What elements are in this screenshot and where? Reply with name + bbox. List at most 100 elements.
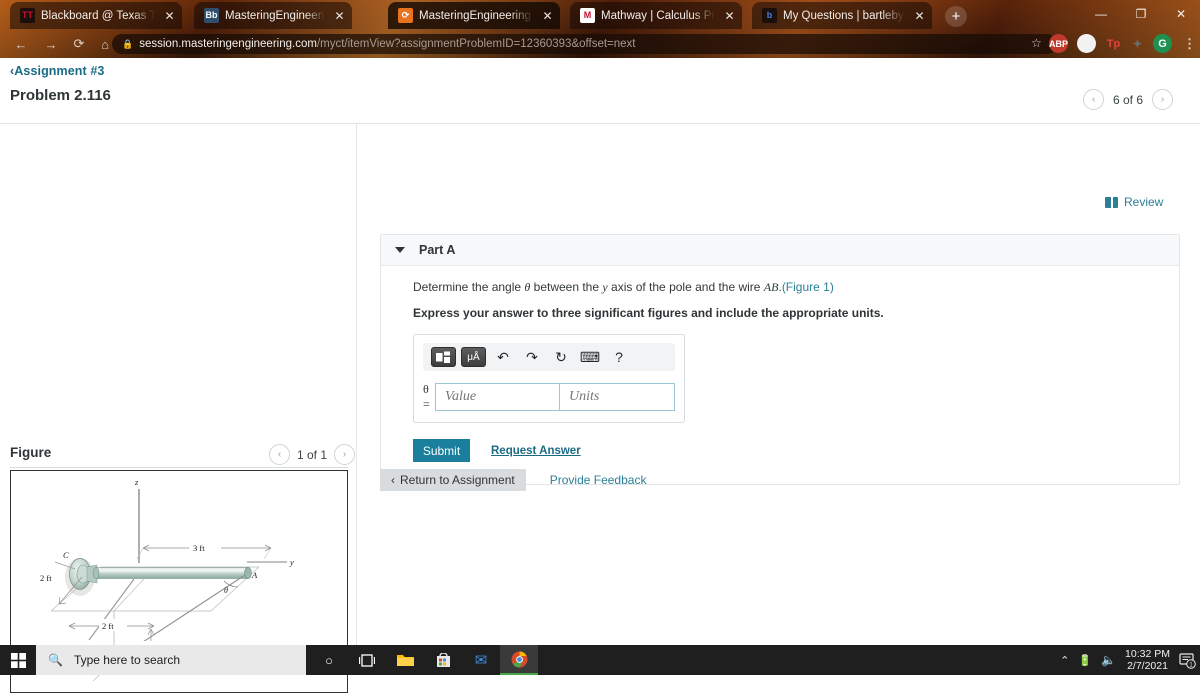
windows-start-icon[interactable] xyxy=(0,645,36,675)
figure-label-z: z xyxy=(134,477,139,487)
battery-icon[interactable]: 🔋 xyxy=(1078,654,1092,667)
address-bar[interactable]: 🔒 session.masteringengineering.com/myct/… xyxy=(112,34,1057,54)
tp-extension-icon[interactable]: Tp xyxy=(1104,34,1123,53)
template-palette-button[interactable] xyxy=(431,347,456,367)
puzzle-extensions-icon[interactable]: ✦ xyxy=(1128,34,1147,53)
browser-tab-title: MasteringEngineering Mastering xyxy=(419,9,533,22)
browser-tab-3[interactable]: M Mathway | Calculus Problem Solv ✕ xyxy=(570,2,742,29)
problem-prev-button[interactable]: ‹ xyxy=(1083,89,1104,110)
figure-label-y: y xyxy=(289,557,294,567)
file-explorer-icon[interactable] xyxy=(386,645,424,675)
math-toolbar: μÅ ↶ ↷ ↻ ⌨? xyxy=(423,343,675,371)
system-tray: ⌃ 🔋 🔈 10:32 PM 2/7/2021 1 xyxy=(1060,645,1196,675)
chrome-icon[interactable] xyxy=(500,645,538,675)
problem-pager-label: 6 of 6 xyxy=(1113,92,1144,107)
figure-pager-label: 1 of 1 xyxy=(297,447,328,462)
search-placeholder: Type here to search xyxy=(73,653,181,667)
tab-close-icon[interactable]: ✕ xyxy=(911,7,928,24)
problem-pager: ‹ 6 of 6 › xyxy=(1083,89,1174,110)
request-answer-link[interactable]: Request Answer xyxy=(491,445,581,457)
task-view-icon[interactable] xyxy=(348,645,386,675)
figure-label-theta: θ xyxy=(224,586,228,595)
answer-entry-box: μÅ ↶ ↷ ↻ ⌨? θ = xyxy=(413,334,685,423)
question-mid2: axis of the pole and the wire xyxy=(607,280,764,294)
units-input[interactable] xyxy=(559,383,675,411)
question-prefix: Determine the angle xyxy=(413,280,525,294)
clock-date: 2/7/2021 xyxy=(1127,660,1168,672)
part-a-header[interactable]: Part A xyxy=(381,235,1179,266)
tab-close-icon[interactable]: ✕ xyxy=(721,7,738,24)
redo-button[interactable]: ↷ xyxy=(520,346,544,368)
keyboard-button[interactable]: ⌨ xyxy=(578,346,602,368)
clock-time: 10:32 PM xyxy=(1125,648,1170,660)
mail-icon[interactable]: ✉ xyxy=(462,645,500,675)
clock[interactable]: 10:32 PM 2/7/2021 xyxy=(1125,648,1170,672)
question-mid: between the xyxy=(530,280,603,294)
bookmark-star-icon[interactable]: ☆ xyxy=(1031,36,1042,50)
figure-label-a: A xyxy=(251,570,258,580)
url-path: /myct/itemView?assignmentProblemID=12360… xyxy=(316,38,636,50)
chevron-down-icon[interactable] xyxy=(395,247,405,253)
value-input[interactable] xyxy=(435,383,559,411)
forward-button[interactable]: → xyxy=(40,33,62,55)
browser-tab-title: My Questions | bartleby xyxy=(783,9,904,22)
problem-next-button[interactable]: › xyxy=(1152,89,1174,110)
browser-tab-4[interactable]: b My Questions | bartleby ✕ xyxy=(752,2,932,29)
texastech-icon: TT xyxy=(20,8,35,23)
browser-tab-0[interactable]: TT Blackboard @ Texas Tech Univers ✕ xyxy=(10,2,182,29)
question-wire-ab: AB xyxy=(763,280,779,294)
microsoft-store-icon[interactable] xyxy=(424,645,462,675)
adblock-plus-icon[interactable]: ABP xyxy=(1049,34,1068,53)
back-button[interactable]: ← xyxy=(10,33,32,55)
close-button[interactable]: ✕ xyxy=(1168,4,1194,24)
chrome-menu-icon[interactable]: ⋮ xyxy=(1180,34,1199,53)
lock-icon: 🔒 xyxy=(122,38,134,49)
windows-taskbar: 🔍 Type here to search ⌃ 🔋 🔈 10:32 PM 2/7… xyxy=(0,645,1200,675)
submit-button[interactable]: Submit xyxy=(413,439,470,462)
cortana-icon[interactable]: ○ xyxy=(310,645,348,675)
tab-close-icon[interactable]: ✕ xyxy=(539,7,556,24)
tab-close-icon[interactable]: ✕ xyxy=(331,7,348,24)
figure-next-button[interactable]: › xyxy=(334,444,356,465)
address-bar-url: session.masteringengineering.com/myct/it… xyxy=(139,38,635,50)
bottom-actions: ‹ Return to Assignment Provide Feedback xyxy=(380,469,646,491)
tab-close-icon[interactable]: ✕ xyxy=(161,7,178,24)
figure-prev-button[interactable]: ‹ xyxy=(269,444,290,465)
undo-button[interactable]: ↶ xyxy=(491,346,515,368)
figure-dim-2ft-x: 2 ft xyxy=(102,621,114,631)
submit-row: Submit Request Answer xyxy=(413,439,1179,462)
units-micro-angstrom-button[interactable]: μÅ xyxy=(461,347,486,367)
book-icon xyxy=(1105,196,1118,208)
notifications-icon[interactable]: 1 xyxy=(1179,652,1196,669)
figure-dim-3ft: 3 ft xyxy=(193,543,205,553)
google-profile-icon[interactable]: G xyxy=(1153,34,1172,53)
figure-pager: ‹ 1 of 1 › xyxy=(269,444,356,465)
reset-button[interactable]: ↻ xyxy=(549,346,573,368)
provide-feedback-link[interactable]: Provide Feedback xyxy=(550,473,647,487)
answer-input-row: θ = xyxy=(423,382,675,412)
part-a-body: Determine the angle θ between the y axis… xyxy=(381,266,1179,484)
panel-divider xyxy=(356,124,357,645)
browser-tab-2[interactable]: ⟳ MasteringEngineering Mastering ✕ xyxy=(388,2,560,29)
browser-tab-1[interactable]: Bb MasteringEngineering – Spring 2 ✕ xyxy=(194,2,352,29)
browser-tab-title: Mathway | Calculus Problem Solv xyxy=(601,9,715,22)
breadcrumb-assignment-link[interactable]: ‹Assignment #3 xyxy=(10,64,104,78)
tray-chevron-icon[interactable]: ⌃ xyxy=(1060,654,1069,667)
maximize-button[interactable]: ❐ xyxy=(1128,4,1154,24)
search-input[interactable]: 🔍 Type here to search xyxy=(36,645,306,675)
help-button[interactable]: ? xyxy=(607,346,631,368)
url-domain: session.masteringengineering.com xyxy=(139,38,317,50)
blackboard-icon: Bb xyxy=(204,8,219,23)
reload-button[interactable]: ⟳ xyxy=(68,33,90,55)
volume-icon[interactable]: 🔈 xyxy=(1101,653,1116,667)
return-to-assignment-button[interactable]: ‹ Return to Assignment xyxy=(380,469,526,491)
theta-equals-label: θ = xyxy=(423,382,430,411)
figure-panel-title: Figure xyxy=(10,445,52,460)
grammarly-icon[interactable] xyxy=(1077,34,1096,53)
figure-1-link[interactable]: (Figure 1) xyxy=(782,280,834,294)
review-button[interactable]: Review xyxy=(1105,195,1163,209)
minimize-button[interactable]: — xyxy=(1088,4,1114,24)
answer-instruction: Express your answer to three significant… xyxy=(413,306,884,320)
new-tab-button[interactable]: + xyxy=(945,6,967,27)
part-a-card: Part A Determine the angle θ between the… xyxy=(380,234,1180,485)
